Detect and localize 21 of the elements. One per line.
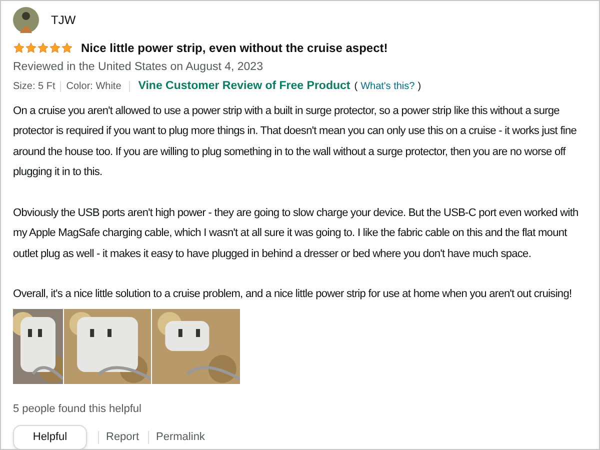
helpful-count: 5 people found this helpful <box>13 402 142 416</box>
review-text: On a cruise you aren't allowed to use a power strip with a built in surge protector, so a power strip like this without a surge protector is required if you want to plug more things in. That doesn't mean you can only use this on a cruise - it works just fine around the house too. If you are willing to plug something in to the wall without a surge protector, then you are no worse off plugging it in to this. <box>13 104 578 180</box>
vine-review-label: Vine Customer Review of Free Product <box>138 79 350 94</box>
helpful-button[interactable]: Helpful <box>13 425 87 449</box>
whats-this-link[interactable]: What's this? <box>360 79 415 94</box>
star-icon <box>61 42 73 54</box>
product-attribute[interactable]: Size: 5 Ft <box>13 79 56 94</box>
star-icon <box>49 42 61 54</box>
star-icon <box>25 42 37 54</box>
star-icon <box>13 42 25 54</box>
parenthesis-text: ) <box>418 80 422 94</box>
review-date: Reviewed in the United States on August 4, 2023 <box>13 60 264 75</box>
review-text: Obviously the USB ports aren't high power - they are going to slow charge your device. But the USB-C port even worked with my Apple MagSafe charging cable, which I wasn't at all sure it was going to. I like the fabric cable on this and the flat mount outlet plug as well - it makes it easy to have plugged in behind a dresser or bed where you don't have much space. <box>13 206 580 262</box>
review-title[interactable]: Nice little power strip, even without the cruise aspect! <box>81 39 388 57</box>
report-link[interactable]: Report <box>106 429 140 446</box>
reviewer-name[interactable]: TJW <box>51 11 76 29</box>
star-icon <box>37 42 49 54</box>
parenthesis-text: ( <box>354 80 358 94</box>
permalink-link[interactable]: Permalink <box>156 429 205 446</box>
product-attribute[interactable]: Color: White <box>66 79 122 94</box>
review-text: Overall, it's a nice little solution to a cruise problem, and a nice little power strip for use at home when you aren't out cruising! <box>13 287 573 302</box>
